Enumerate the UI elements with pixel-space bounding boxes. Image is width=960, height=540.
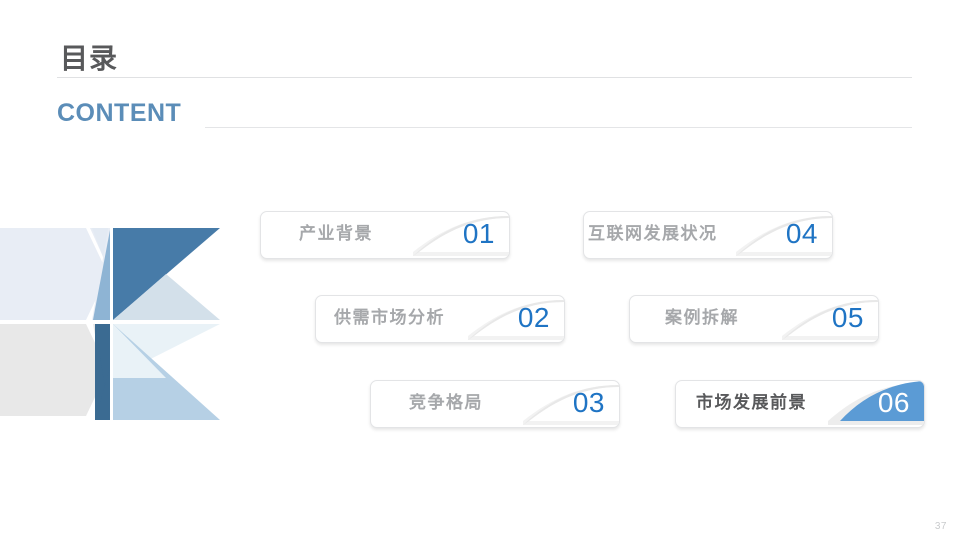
content-item-number: 01: [462, 218, 495, 249]
content-item-label: 案例拆解: [665, 308, 739, 327]
content-item-number: 04: [785, 218, 818, 249]
geometric-triangles-graphic: [0, 228, 220, 420]
content-item-4[interactable]: 互联网发展状况 04: [583, 211, 833, 259]
content-item-label: 互联网发展状况: [588, 224, 718, 243]
header-divider-bottom: [205, 127, 912, 128]
content-item-number: 02: [517, 302, 550, 333]
content-item-number: 05: [831, 302, 864, 333]
content-item-label: 市场发展前景: [696, 393, 807, 412]
content-item-3[interactable]: 竞争格局 03: [370, 380, 620, 428]
page-title: 目录: [60, 43, 119, 74]
content-item-label: 产业背景: [299, 224, 373, 243]
header-divider-top: [57, 77, 912, 78]
content-item-label: 供需市场分析: [334, 308, 445, 327]
content-item-1[interactable]: 产业背景 01: [260, 211, 510, 259]
content-item-6[interactable]: 市场发展前景 06: [675, 380, 925, 428]
content-item-number: 03: [572, 387, 605, 418]
content-item-2[interactable]: 供需市场分析 02: [315, 295, 565, 343]
slide-header: 目录 CONTENT: [0, 0, 960, 140]
content-item-number: 06: [877, 387, 910, 418]
page-number: 37: [934, 521, 947, 532]
content-item-5[interactable]: 案例拆解 05: [629, 295, 879, 343]
content-item-label: 竞争格局: [409, 393, 483, 412]
page-subtitle: CONTENT: [57, 99, 182, 127]
